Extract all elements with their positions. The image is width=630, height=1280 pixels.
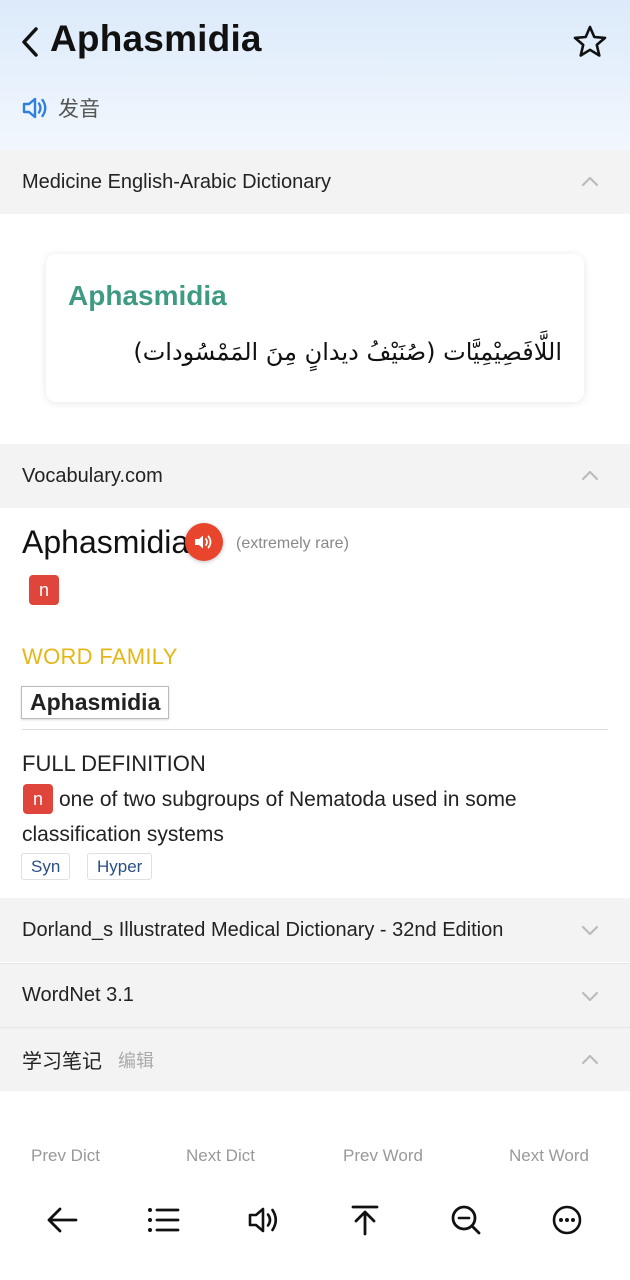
star-icon: [573, 25, 607, 57]
speaker-icon: [22, 97, 47, 119]
more-icon: [552, 1205, 582, 1235]
section-title: 学习笔记: [22, 1049, 102, 1073]
section-dorland[interactable]: Dorland_s Illustrated Medical Dictionary…: [0, 898, 630, 962]
scroll-top-icon: [351, 1205, 379, 1236]
entry-headword: Aphasmidia: [68, 280, 227, 311]
search-toolbar-button[interactable]: [446, 1200, 486, 1240]
definition-text: one of two subgroups of Nematoda used in…: [22, 788, 517, 846]
favorite-button[interactable]: [570, 22, 610, 62]
back-button[interactable]: [14, 24, 46, 60]
speaker-icon: [248, 1207, 278, 1233]
section-vocabulary[interactable]: Vocabulary.com: [0, 444, 630, 508]
back-toolbar-button[interactable]: [42, 1200, 82, 1240]
divider: [22, 729, 608, 730]
pos-badge: n: [29, 575, 59, 605]
list-toolbar-button[interactable]: [143, 1200, 183, 1240]
header: Aphasmidia 发音: [0, 0, 630, 150]
page-title: Aphasmidia: [50, 18, 262, 59]
word-family-label: WORD FAMILY: [22, 644, 178, 669]
section-title: WordNet 3.1: [22, 984, 134, 1006]
chevron-up-icon: [581, 176, 599, 187]
list-icon: [148, 1208, 180, 1232]
next-dict-button[interactable]: Next Dict: [186, 1146, 255, 1166]
chevron-down-icon: [581, 925, 599, 936]
speak-toolbar-button[interactable]: [244, 1200, 284, 1240]
chevron-up-icon: [581, 470, 599, 481]
section-study-notes[interactable]: 学习笔记 编辑: [0, 1027, 630, 1091]
back-arrow-icon: [47, 1207, 78, 1233]
chevron-down-icon: [581, 991, 599, 1002]
prev-word-button[interactable]: Prev Word: [343, 1146, 423, 1166]
more-toolbar-button[interactable]: [547, 1200, 587, 1240]
arabic-definition: اللَّافَصِيْمِيَّات (صُنَيْفُ ديدانٍ مِن…: [133, 338, 562, 366]
chevron-left-icon: [22, 27, 38, 57]
next-word-button[interactable]: Next Word: [509, 1146, 589, 1166]
medicine-entry-card: Aphasmidia اللَّافَصِيْمِيَّات (صُنَيْفُ…: [46, 254, 584, 402]
vocabulary-headword: Aphasmidia: [22, 524, 190, 560]
word-family-item[interactable]: Aphasmidia: [21, 686, 170, 719]
section-title: Dorland_s Illustrated Medical Dictionary…: [22, 918, 504, 941]
play-audio-button[interactable]: [185, 523, 223, 561]
search-zoom-icon: [451, 1205, 481, 1235]
section-medicine-dictionary[interactable]: Medicine English-Arabic Dictionary: [0, 150, 630, 214]
speaker-icon: [195, 535, 212, 549]
syn-tag[interactable]: Syn: [21, 853, 71, 880]
pronunciation-button[interactable]: 发音: [22, 92, 100, 124]
rarity-label: (extremely rare): [236, 535, 349, 552]
hyper-tag[interactable]: Hyper: [87, 853, 153, 880]
section-wordnet[interactable]: WordNet 3.1: [0, 963, 630, 1027]
edit-notes-button[interactable]: 编辑: [118, 1047, 154, 1073]
scroll-top-button[interactable]: [345, 1200, 385, 1240]
chevron-up-icon: [581, 1054, 599, 1065]
full-definition-label: FULL DEFINITION: [22, 751, 206, 776]
pronunciation-label: 发音: [58, 97, 100, 121]
prev-dict-button[interactable]: Prev Dict: [31, 1146, 100, 1166]
section-title: Vocabulary.com: [22, 464, 163, 487]
section-title: Medicine English-Arabic Dictionary: [22, 170, 332, 193]
